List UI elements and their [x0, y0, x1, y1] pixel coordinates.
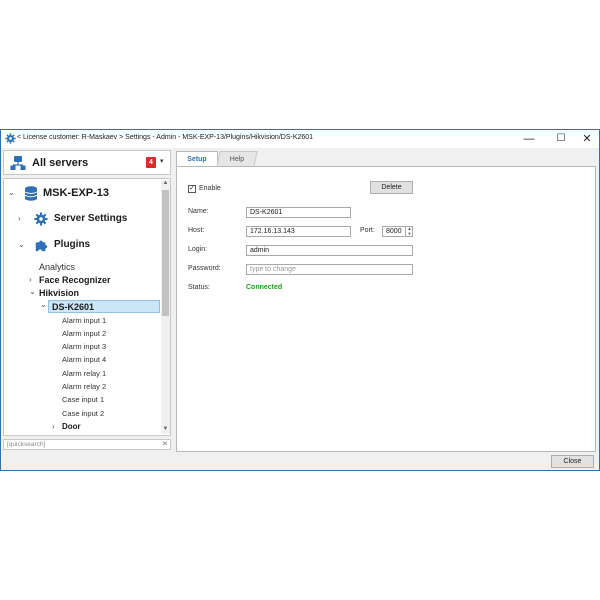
servers-icon — [10, 156, 26, 170]
tree-leaf-label: Case input 2 — [62, 409, 105, 418]
chevron-down-icon[interactable]: ⌄ — [29, 287, 36, 296]
list-item[interactable]: Alarm input 1 — [4, 315, 159, 327]
gear-icon — [34, 212, 48, 226]
chevron-down-icon[interactable]: ⌄ — [18, 240, 25, 249]
tree-leaf-label: Alarm input 3 — [62, 342, 107, 351]
port-stepper[interactable]: ▲ ▼ — [405, 227, 412, 236]
window-title: < License customer: R-Maskaev > Settings… — [17, 134, 314, 141]
tree-node-door[interactable]: › Door — [4, 421, 159, 433]
chevron-right-icon[interactable]: › — [18, 214, 21, 223]
tree-node-plugins[interactable]: ⌄ Plugins — [4, 237, 159, 253]
tree-label-server-settings: Server Settings — [54, 213, 128, 224]
window-client: All servers 4 ▾ ⌄ MSK-EXP-13 › Server Se… — [1, 148, 599, 470]
chevron-down-icon[interactable]: ▾ — [160, 157, 164, 165]
list-item[interactable]: Alarm input 2 — [4, 328, 159, 340]
tree-node-device[interactable]: DS-K2601 — [48, 300, 160, 313]
quicksearch-input[interactable]: [quicksearch] ✕ — [3, 439, 171, 450]
close-icon[interactable]: ✕ — [162, 440, 168, 448]
settings-tree: ⌄ MSK-EXP-13 › Server Settings ⌄ Plugins… — [3, 178, 171, 436]
setup-panel: ✓ Enable Delete Name: DS-K2601 Host: 172… — [176, 166, 596, 452]
list-item[interactable]: Alarm relay 1 — [4, 368, 159, 380]
chevron-down-icon[interactable]: ⌄ — [8, 188, 15, 197]
database-icon — [24, 186, 38, 201]
tree-label-hikvision: Hikvision — [39, 288, 80, 298]
gear-icon — [5, 133, 16, 144]
chevron-down-icon[interactable]: ⌄ — [40, 300, 47, 309]
status-label: Status: — [188, 284, 210, 291]
quicksearch-placeholder: [quicksearch] — [7, 441, 46, 448]
list-item[interactable]: Case input 1 — [4, 394, 159, 406]
tree-node-server[interactable]: ⌄ MSK-EXP-13 — [4, 185, 159, 201]
server-selector[interactable]: All servers 4 ▾ — [3, 150, 171, 175]
enable-label: Enable — [199, 185, 221, 192]
maximize-button[interactable]: ☐ — [547, 130, 575, 148]
tree-leaf-label: Alarm relay 2 — [62, 382, 107, 391]
tab-help[interactable]: Help — [216, 151, 258, 167]
port-field[interactable]: 8000 ▲ ▼ — [382, 226, 413, 237]
port-value: 8000 — [386, 228, 402, 235]
chevron-right-icon[interactable]: › — [29, 275, 32, 284]
chevron-right-icon[interactable]: › — [52, 422, 55, 431]
title-bar: < License customer: R-Maskaev > Settings… — [1, 130, 599, 148]
list-item[interactable]: Alarm input 4 — [4, 354, 159, 366]
delete-button[interactable]: Delete — [370, 181, 413, 194]
password-label: Password: — [188, 265, 221, 272]
minimize-button[interactable]: — — [515, 130, 543, 148]
puzzle-icon — [35, 240, 48, 252]
scroll-down-icon[interactable]: ▼ — [161, 426, 170, 432]
tree-node-hikvision[interactable]: ⌄ Hikvision — [4, 287, 159, 299]
tree-leaf-label: Alarm input 1 — [62, 316, 107, 325]
host-field[interactable]: 172.16.13.143 — [246, 226, 351, 237]
tree-label-face-recognizer: Face Recognizer — [39, 275, 111, 285]
tree-leaf-label: Alarm input 2 — [62, 329, 107, 338]
list-item[interactable]: Alarm relay 2 — [4, 381, 159, 393]
tree-label-door: Door — [62, 422, 81, 431]
tree-label-device: DS-K2601 — [52, 302, 95, 312]
scrollbar-thumb[interactable] — [162, 190, 169, 316]
servers-label: All servers — [32, 157, 89, 169]
tree-leaf-label: Alarm input 4 — [62, 355, 107, 364]
tree-leaf-label: Alarm relay 1 — [62, 369, 107, 378]
host-label: Host: — [188, 227, 205, 234]
scroll-up-icon[interactable]: ▲ — [161, 180, 170, 186]
enable-checkbox[interactable]: ✓ — [188, 185, 196, 193]
login-label: Login: — [188, 246, 208, 253]
settings-window: < License customer: R-Maskaev > Settings… — [0, 129, 600, 471]
close-button[interactable]: Close — [551, 455, 594, 468]
tree-node-face-recognizer[interactable]: › Face Recognizer — [4, 274, 159, 286]
login-field[interactable]: admin — [246, 245, 413, 256]
chevron-down-icon[interactable]: ▼ — [406, 231, 412, 236]
list-item[interactable]: Case input 2 — [4, 408, 159, 420]
tree-label-analytics: Analytics — [39, 262, 76, 272]
alert-count-badge: 4 — [146, 157, 156, 168]
tree-leaf-label: Case input 1 — [62, 395, 105, 404]
tree-label-plugins: Plugins — [54, 239, 91, 250]
tree-node-server-settings[interactable]: › Server Settings — [4, 211, 159, 227]
list-item[interactable]: Alarm input 3 — [4, 341, 159, 353]
name-label: Name: — [188, 208, 209, 215]
tree-scrollbar[interactable]: ▲ ▼ — [161, 180, 170, 434]
name-field[interactable]: DS-K2601 — [246, 207, 351, 218]
status-value: Connected — [246, 284, 283, 291]
port-label: Port: — [360, 227, 375, 234]
password-field[interactable]: type to change — [246, 264, 413, 275]
tree-node-analytics[interactable]: Analytics — [4, 261, 159, 273]
tab-setup[interactable]: Setup — [176, 151, 218, 167]
tree-label-server: MSK-EXP-13 — [43, 187, 110, 199]
close-window-button[interactable]: ✕ — [573, 130, 600, 148]
